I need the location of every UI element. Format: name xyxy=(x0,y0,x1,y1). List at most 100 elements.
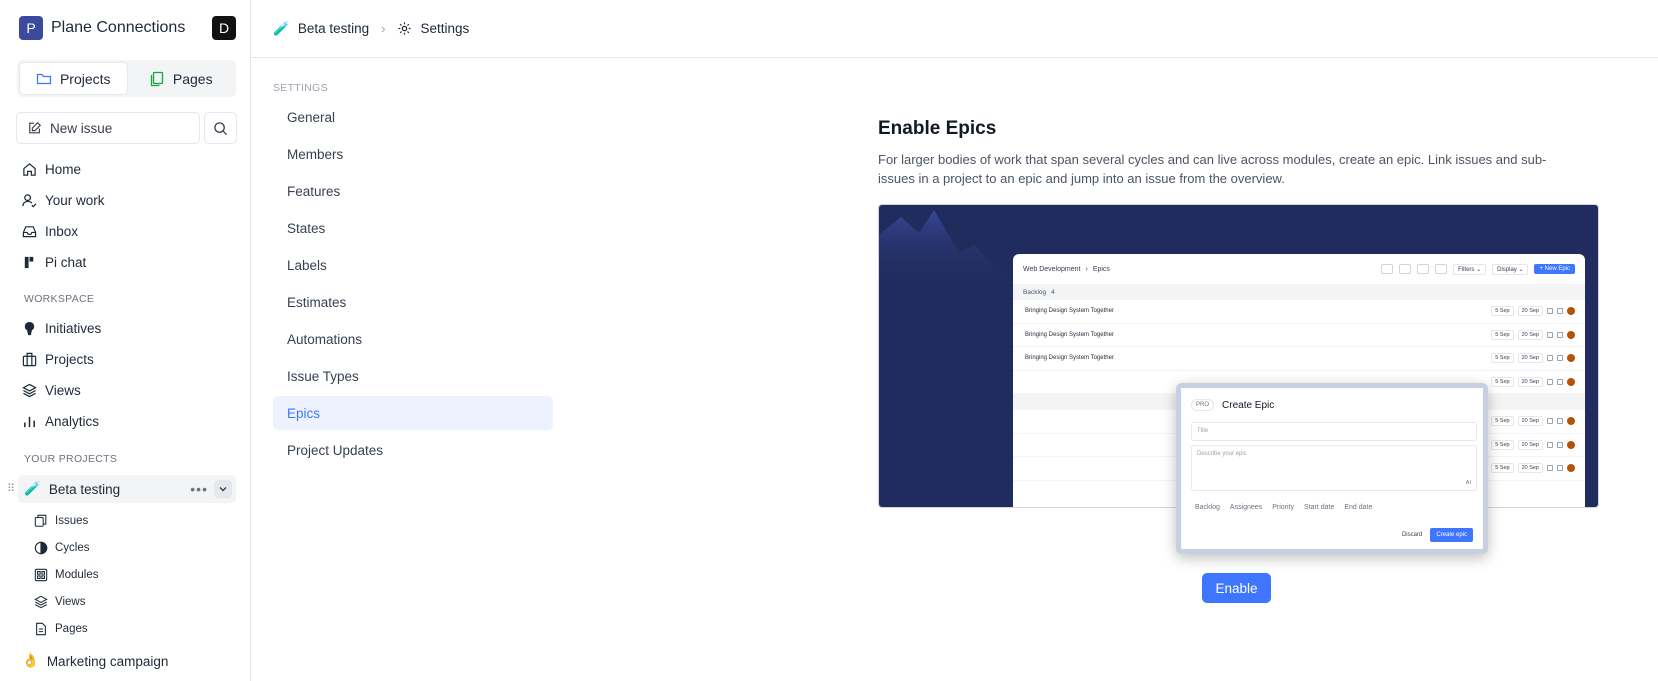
sidebar-item-initiatives[interactable]: Initiatives xyxy=(22,317,101,339)
mock-icon xyxy=(1547,465,1553,472)
mock-layout-icon xyxy=(1417,264,1430,274)
projects-section-label: YOUR PROJECTS xyxy=(24,453,118,465)
mock-row: Bringing Design System Together 5 Sep 20 S… xyxy=(1013,324,1585,347)
sidebar-item-your-work[interactable]: Your work xyxy=(22,189,105,211)
mock-layout-icon xyxy=(1435,264,1448,274)
sidebar-item-label: Inbox xyxy=(45,223,79,239)
mock-icon xyxy=(1557,378,1563,385)
sidebar-item-label: Home xyxy=(45,161,82,177)
new-issue-button[interactable]: New issue xyxy=(16,112,200,144)
sidebar-item-label: Projects xyxy=(45,351,94,367)
sidebar-item-projects[interactable]: Projects xyxy=(22,348,94,370)
workspace-logo[interactable]: P xyxy=(19,16,43,40)
sidebar-item-pi-chat[interactable]: Pi chat xyxy=(22,251,86,273)
mock-title-field: Title xyxy=(1191,422,1477,441)
new-issue-label: New issue xyxy=(50,120,113,136)
mock-modal-title: Create Epic xyxy=(1222,399,1275,411)
mock-end-chip: 20 Sep xyxy=(1517,306,1543,317)
project-item-modules[interactable]: Modules xyxy=(34,565,98,585)
more-options-icon[interactable]: ••• xyxy=(190,481,208,497)
mock-icon xyxy=(1557,441,1563,448)
mock-avatar xyxy=(1567,417,1575,426)
mock-discard-button: Discard xyxy=(1401,532,1423,538)
page-title: Enable Epics xyxy=(878,118,997,139)
mock-create-epic-modal: PRO Create Epic Title Describe your epic… xyxy=(1176,383,1488,554)
tab-pages[interactable]: Pages xyxy=(128,62,235,95)
mock-icon xyxy=(1547,355,1553,362)
mock-layout-icon xyxy=(1399,264,1412,274)
mock-prop-start-date: Start date xyxy=(1303,504,1335,511)
sidebar-project-beta-testing[interactable]: 🧪 Beta testing ••• xyxy=(18,475,236,503)
issues-icon xyxy=(34,514,47,527)
breadcrumb-project-label: Beta testing xyxy=(297,21,370,36)
mock-group-count: 4 xyxy=(1051,288,1055,296)
project-name: Marketing campaign xyxy=(46,653,169,669)
settings-item-members[interactable]: Members xyxy=(273,137,553,171)
layers-icon xyxy=(34,595,48,609)
workspace-header[interactable]: P Plane Connections D xyxy=(19,16,236,40)
workspace-name[interactable]: Plane Connections xyxy=(51,19,212,37)
mock-new-epic: + New Epic xyxy=(1534,264,1575,274)
tab-projects[interactable]: Projects xyxy=(19,62,128,95)
sidebar-item-label: Views xyxy=(45,382,81,398)
mock-modal-footer: Discard Create epic xyxy=(1402,528,1473,542)
project-item-pages[interactable]: Pages xyxy=(34,619,88,639)
enable-button[interactable]: Enable xyxy=(1202,573,1271,603)
tab-projects-label: Projects xyxy=(59,70,111,87)
project-item-issues[interactable]: Issues xyxy=(34,511,88,531)
mock-start-chip: 5 Sep xyxy=(1491,463,1514,474)
chevron-down-icon[interactable] xyxy=(214,480,232,498)
mock-breadcrumb-sep: › xyxy=(1085,265,1088,273)
mock-breadcrumb-page: Epics xyxy=(1092,265,1110,273)
settings-item-project-updates[interactable]: Project Updates xyxy=(273,433,553,467)
breadcrumb-project[interactable]: 🧪 Beta testing xyxy=(273,21,369,37)
mock-icon xyxy=(1547,331,1553,338)
sidebar-project-marketing-campaign[interactable]: 👌 Marketing campaign xyxy=(22,650,168,672)
sidebar-item-home[interactable]: Home xyxy=(22,158,81,180)
project-item-label: Modules xyxy=(55,569,99,581)
mock-group-header: Backlog 4 xyxy=(1013,284,1585,300)
initiatives-icon xyxy=(24,321,35,335)
mock-icon xyxy=(1547,308,1553,315)
drag-handle-icon[interactable]: ⠿ xyxy=(7,482,15,495)
mock-avatar xyxy=(1567,440,1575,449)
mock-start-chip: 5 Sep xyxy=(1491,439,1514,450)
mock-icon xyxy=(1557,418,1563,425)
layers-icon xyxy=(22,383,37,397)
mock-prop-priority: Priority xyxy=(1272,504,1294,511)
settings-item-labels[interactable]: Labels xyxy=(273,248,553,282)
user-avatar[interactable]: D xyxy=(212,16,236,40)
mock-prop-end-date: End date xyxy=(1344,504,1373,511)
mock-ai-label: AI xyxy=(1465,480,1471,486)
project-name: Beta testing xyxy=(48,481,121,497)
breadcrumb-separator: › xyxy=(381,21,386,36)
mock-layout-icon xyxy=(1381,264,1394,274)
mock-topbar: Web Development › Epics Filters ⌄ Displa… xyxy=(1013,254,1585,284)
settings-item-epics[interactable]: Epics xyxy=(273,396,553,430)
breadcrumb-settings[interactable]: Settings xyxy=(397,21,469,36)
sidebar-item-views[interactable]: Views xyxy=(22,379,81,401)
mock-row-title: Bringing Design System Together xyxy=(1025,308,1114,315)
mock-avatar xyxy=(1567,354,1575,363)
settings-item-issue-types[interactable]: Issue Types xyxy=(273,359,553,393)
mock-modal-header: PRO Create Epic xyxy=(1191,399,1274,411)
search-icon xyxy=(214,121,228,135)
settings-item-features[interactable]: Features xyxy=(273,174,553,208)
mock-start-chip: 5 Sep xyxy=(1491,416,1514,427)
settings-item-automations[interactable]: Automations xyxy=(273,322,553,356)
settings-item-estimates[interactable]: Estimates xyxy=(273,285,553,319)
mock-row-title: Bringing Design System Together xyxy=(1025,355,1114,362)
settings-item-states[interactable]: States xyxy=(273,211,553,245)
mock-start-chip: 5 Sep xyxy=(1491,306,1514,317)
settings-item-general[interactable]: General xyxy=(273,100,553,134)
mock-icon xyxy=(1547,441,1553,448)
sidebar-item-analytics[interactable]: Analytics xyxy=(22,410,99,432)
settings-section-label: SETTINGS xyxy=(273,82,328,94)
search-button[interactable] xyxy=(204,112,237,144)
mock-row: Bringing Design System Together 5 Sep 20 S… xyxy=(1013,347,1585,371)
project-item-cycles[interactable]: Cycles xyxy=(34,538,90,558)
project-item-views[interactable]: Views xyxy=(34,592,85,612)
mock-row: Bringing Design System Together 5 Sep 20 S… xyxy=(1013,300,1585,324)
tab-pages-label: Pages xyxy=(172,70,213,87)
sidebar-item-inbox[interactable]: Inbox xyxy=(22,220,78,242)
